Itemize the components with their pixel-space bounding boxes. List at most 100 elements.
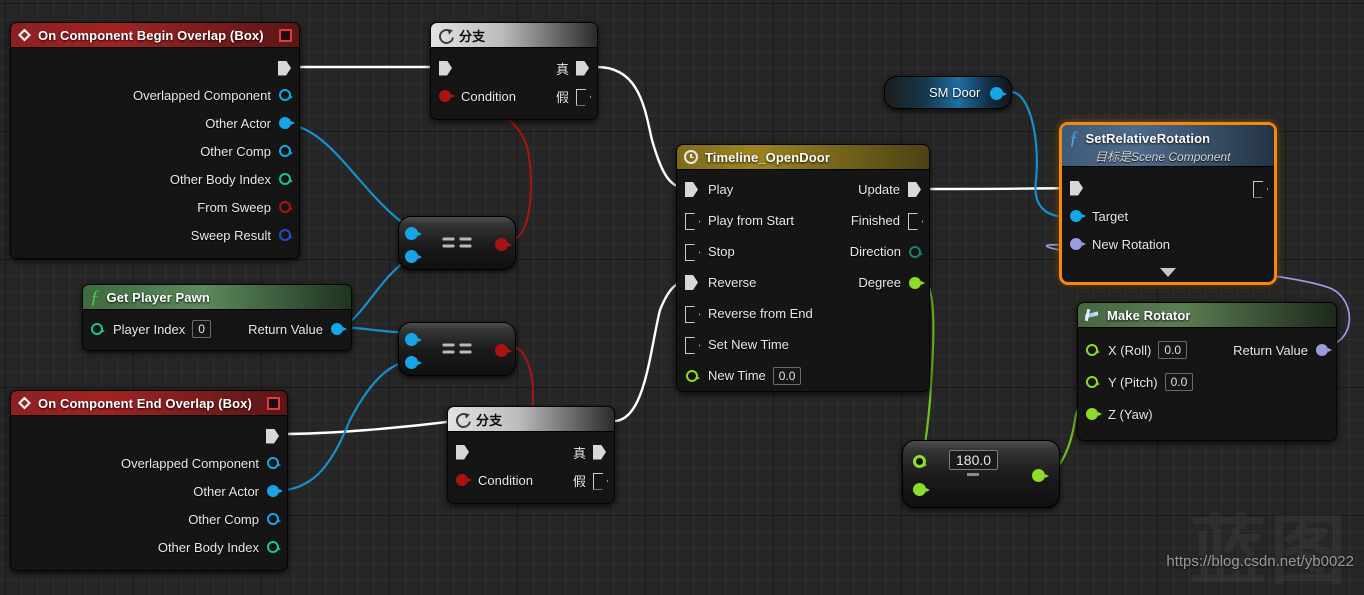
- pin-bool-condition[interactable]: [456, 474, 472, 486]
- node-header[interactable]: ƒ SetRelativeRotation 目标是Scene Component: [1062, 125, 1274, 167]
- pin-bool-condition[interactable]: [439, 90, 455, 102]
- pin-row-finished[interactable]: Finished: [771, 205, 921, 236]
- blueprint-graph-canvas[interactable]: On Component Begin Overlap (Box) Overlap…: [0, 0, 1364, 595]
- pin-row-target[interactable]: Target: [1062, 202, 1274, 230]
- pin-object[interactable]: [267, 485, 283, 497]
- pin-row-new-time[interactable]: New Time 0.0: [677, 360, 929, 391]
- pin-row-update[interactable]: Update: [771, 174, 921, 205]
- pin-object[interactable]: [279, 117, 295, 129]
- node-equal-bottom[interactable]: [398, 322, 516, 376]
- pin-row-other-comp[interactable]: Other Comp: [11, 505, 287, 533]
- pin-object[interactable]: [267, 457, 281, 469]
- exec-output-pin-false[interactable]: [576, 89, 589, 104]
- pin-float-z-yaw[interactable]: [1086, 408, 1102, 420]
- pin-row-exec[interactable]: 真: [448, 438, 614, 466]
- node-get-player-pawn[interactable]: ƒ Get Player Pawn Player Index 0 Return …: [82, 284, 352, 351]
- exec-output-pin-true[interactable]: [593, 444, 606, 460]
- pin-row-reverse-from-end[interactable]: Reverse from End: [677, 298, 929, 329]
- pin-float-y-pitch[interactable]: [1086, 376, 1100, 388]
- node-branch-bottom[interactable]: 分支 真 Condition 假: [447, 406, 615, 504]
- node-on-component-begin-overlap[interactable]: On Component Begin Overlap (Box) Overlap…: [10, 22, 300, 259]
- pin-row-degree[interactable]: Degree: [771, 267, 925, 298]
- exec-output-pin[interactable]: [278, 60, 291, 76]
- player-index-value-field[interactable]: 0: [192, 320, 211, 338]
- exec-output-pin-false[interactable]: [593, 473, 606, 488]
- pin-rotator-return-value[interactable]: [1316, 344, 1332, 356]
- node-header[interactable]: Timeline_OpenDoor: [677, 145, 929, 170]
- pin-row-from-sweep[interactable]: From Sweep: [11, 193, 299, 221]
- pin-input-b[interactable]: [405, 356, 422, 369]
- pin-struct[interactable]: [279, 229, 293, 241]
- pin-int[interactable]: [279, 173, 293, 185]
- node-on-component-end-overlap[interactable]: On Component End Overlap (Box) Overlappe…: [10, 390, 288, 571]
- pin-row-other-body-index[interactable]: Other Body Index: [11, 165, 299, 193]
- pin-float-output[interactable]: [1032, 469, 1049, 482]
- node-header[interactable]: On Component End Overlap (Box): [11, 391, 287, 416]
- pin-row-exec[interactable]: 真: [431, 54, 597, 82]
- exec-input-pin[interactable]: [1070, 180, 1083, 196]
- node-multiply[interactable]: 180.0: [902, 440, 1060, 508]
- pin-output-result[interactable]: [495, 238, 512, 251]
- exec-input-pin[interactable]: [456, 444, 469, 460]
- node-header[interactable]: 分支: [448, 407, 614, 432]
- exec-input-pin-play-from-start[interactable]: [685, 213, 698, 228]
- pin-row-direction[interactable]: Direction: [771, 236, 923, 267]
- pin-object[interactable]: [279, 145, 293, 157]
- node-header[interactable]: 分支: [431, 23, 597, 48]
- exec-output-pin[interactable]: [266, 428, 279, 444]
- exec-input-pin[interactable]: [439, 60, 452, 76]
- pin-object[interactable]: [267, 513, 281, 525]
- pin-object-return-value[interactable]: [331, 323, 347, 335]
- pin-rotator-new-rotation[interactable]: [1070, 238, 1086, 250]
- node-equal-top[interactable]: [398, 216, 516, 270]
- pin-input-b[interactable]: [405, 250, 422, 263]
- pin-row-condition[interactable]: Condition 假: [431, 82, 597, 110]
- delegate-pin-icon[interactable]: [267, 397, 280, 410]
- pin-row-other-actor[interactable]: Other Actor: [11, 109, 299, 137]
- pin-row-exec-out[interactable]: [11, 55, 299, 81]
- pin-float-input-a[interactable]: [913, 455, 927, 468]
- new-time-value-field[interactable]: 0.0: [772, 366, 802, 385]
- pin-row-return-value[interactable]: Return Value: [1233, 334, 1332, 366]
- pin-output-result[interactable]: [495, 344, 512, 357]
- exec-output-pin[interactable]: [1253, 181, 1266, 196]
- pin-row-condition[interactable]: Condition 假: [448, 466, 614, 494]
- node-set-relative-rotation[interactable]: ƒ SetRelativeRotation 目标是Scene Component…: [1059, 122, 1277, 285]
- node-header[interactable]: ƒ Get Player Pawn: [83, 285, 351, 310]
- multiply-value-field[interactable]: 180.0: [949, 450, 999, 470]
- delegate-pin-icon[interactable]: [279, 29, 292, 42]
- node-header[interactable]: Make Rotator: [1078, 303, 1336, 328]
- exec-input-pin-set-new-time[interactable]: [685, 337, 698, 352]
- pin-row-overlapped-component[interactable]: Overlapped Component: [11, 449, 287, 477]
- pin-row-sweep-result[interactable]: Sweep Result: [11, 221, 299, 249]
- pin-row-exec[interactable]: [1062, 174, 1274, 202]
- pin-row-new-rotation[interactable]: New Rotation: [1062, 230, 1274, 258]
- pin-float-new-time[interactable]: [686, 369, 700, 382]
- pin-row-other-actor[interactable]: Other Actor: [11, 477, 287, 505]
- pin-object[interactable]: [279, 89, 293, 101]
- pin-row-other-body-index[interactable]: Other Body Index: [11, 533, 287, 561]
- node-sm-door-variable[interactable]: SM Door: [884, 76, 1012, 109]
- pin-row-other-comp[interactable]: Other Comp: [11, 137, 299, 165]
- exec-input-pin-stop[interactable]: [685, 244, 698, 259]
- exec-input-pin-reverse[interactable]: [685, 275, 698, 290]
- pin-row-player-index[interactable]: Player Index 0 Return Value: [83, 315, 351, 343]
- pin-object-output[interactable]: [990, 87, 1007, 100]
- node-branch-top[interactable]: 分支 真 Condition 假: [430, 22, 598, 120]
- pin-input-a[interactable]: [405, 227, 422, 240]
- y-pitch-value-field[interactable]: 0.0: [1164, 373, 1194, 391]
- pin-float-input-b[interactable]: [913, 483, 930, 496]
- pin-row-y-pitch[interactable]: Y (Pitch) 0.0: [1078, 366, 1336, 398]
- exec-input-pin-play[interactable]: [685, 182, 698, 197]
- node-make-rotator[interactable]: Make Rotator X (Roll) 0.0 Y (Pitch) 0.0 …: [1077, 302, 1337, 441]
- pin-row-set-new-time[interactable]: Set New Time: [677, 329, 929, 360]
- pin-float-x-roll[interactable]: [1086, 344, 1100, 356]
- exec-output-pin-finished[interactable]: [908, 213, 921, 228]
- pin-bool[interactable]: [279, 201, 293, 213]
- expand-advanced-arrow-icon[interactable]: [1160, 268, 1176, 277]
- pin-row-z-yaw[interactable]: Z (Yaw): [1078, 398, 1336, 430]
- exec-output-pin-true[interactable]: [576, 60, 589, 76]
- pin-int[interactable]: [267, 541, 281, 553]
- pin-byte-direction[interactable]: [909, 245, 923, 258]
- pin-object-target[interactable]: [1070, 210, 1086, 222]
